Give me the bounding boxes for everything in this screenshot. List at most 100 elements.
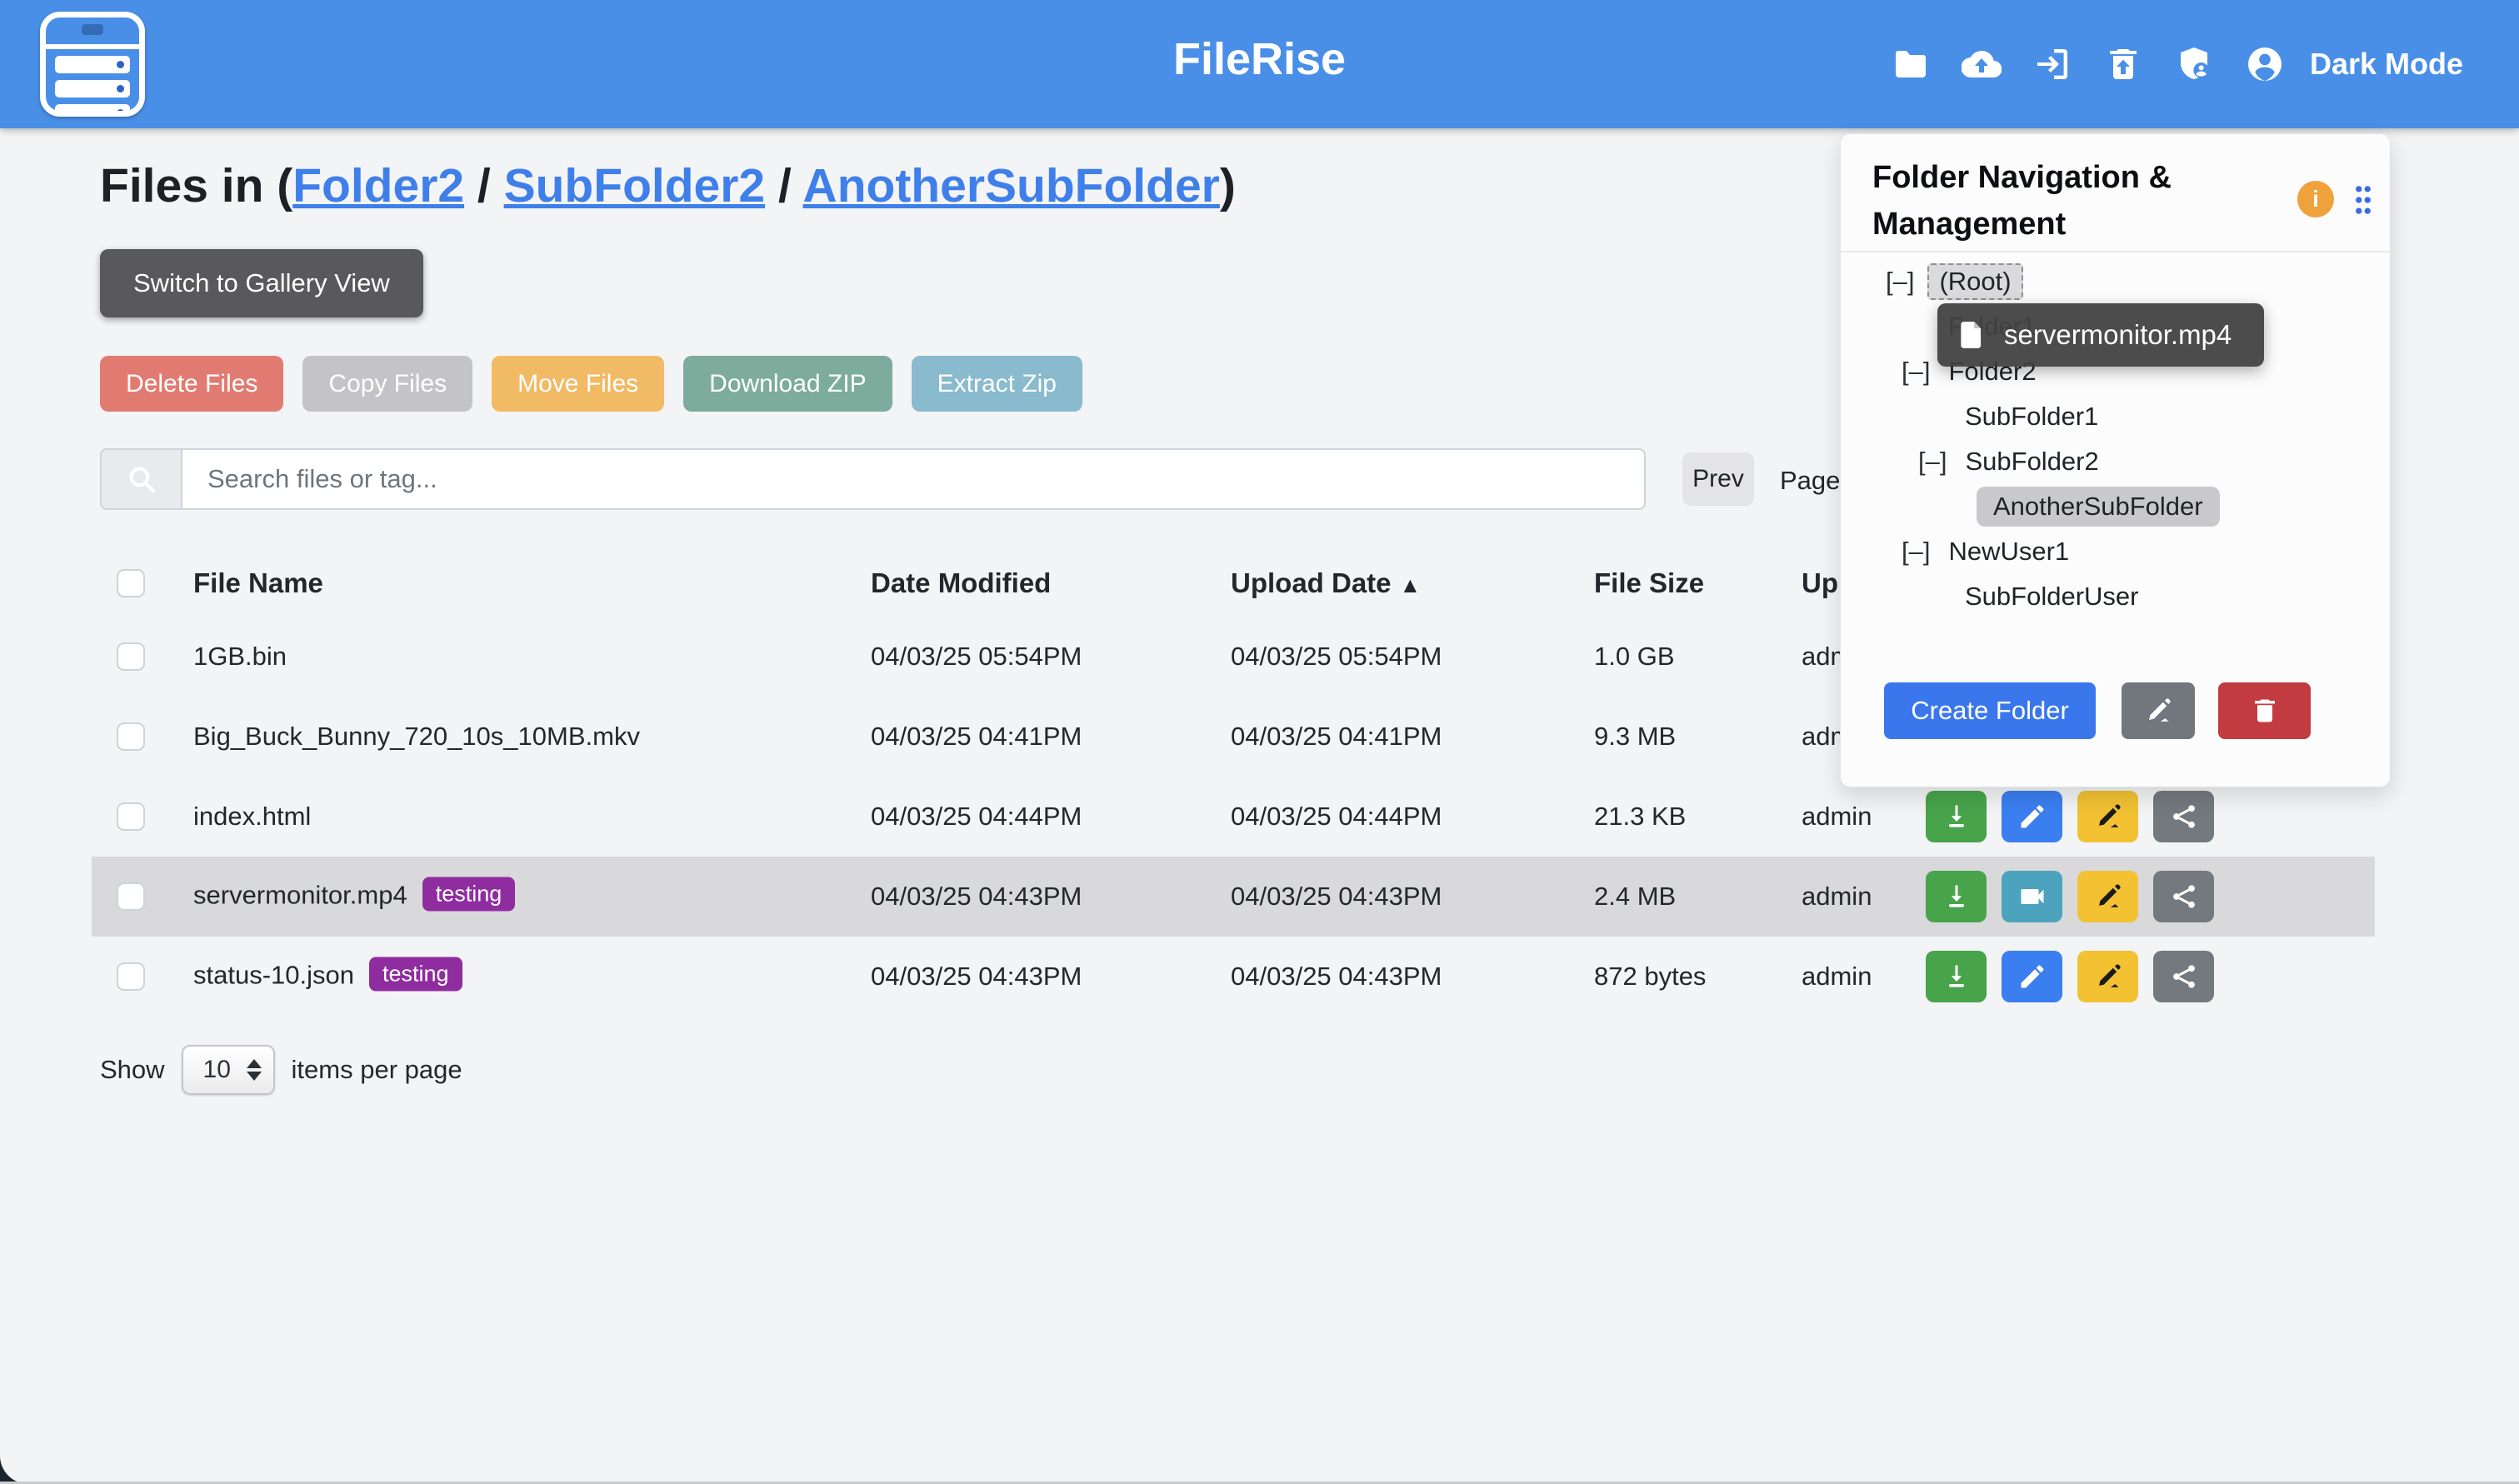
file-name: servermonitor.mp4testing (193, 880, 515, 914)
logo-bar (55, 104, 130, 117)
row-checkbox[interactable] (117, 882, 145, 911)
upload-date: 04/03/25 04:44PM (1231, 802, 1442, 832)
tree-label[interactable]: SubFolder1 (1960, 400, 2103, 433)
show-label: Show (100, 1055, 165, 1085)
table-row: servermonitor.mp4testing04/03/25 04:43PM… (92, 857, 2375, 937)
video-button[interactable] (2002, 871, 2062, 922)
switch-gallery-view-button[interactable]: Switch to Gallery View (100, 249, 423, 317)
cloud-upload-icon[interactable] (1962, 44, 2002, 84)
download-button[interactable] (1926, 871, 1987, 922)
download-zip-button[interactable]: Download ZIP (683, 356, 892, 412)
tree-label[interactable]: SubFolderUser (1960, 580, 2143, 613)
rename-folder-button[interactable] (2122, 682, 2195, 739)
row-checkbox[interactable] (117, 642, 145, 671)
login-icon[interactable] (2032, 44, 2072, 84)
drag-ghost-filename: servermonitor.mp4 (2004, 319, 2232, 351)
share-button[interactable] (2153, 871, 2214, 922)
search-icon (100, 448, 181, 510)
breadcrumb-link-subfolder2[interactable]: SubFolder2 (504, 159, 766, 212)
breadcrumb-prefix: Files in ( (100, 159, 292, 212)
move-files-button[interactable]: Move Files (492, 356, 664, 412)
col-header-upload-date-label: Upload Date (1231, 567, 1392, 598)
page-size-select[interactable]: 10 (182, 1045, 275, 1095)
page-size-value: 10 (203, 1056, 247, 1084)
drag-handle-icon[interactable] (2346, 182, 2381, 217)
upload-date: 04/03/25 04:41PM (1231, 722, 1442, 752)
table-row: index.html 04/03/25 04:44PM 04/03/25 04:44… (92, 777, 2375, 857)
copy-files-button[interactable]: Copy Files (302, 356, 472, 412)
tree-item-subfolder1[interactable]: SubFolder1 (1886, 394, 2382, 439)
breadcrumb-link-anothersubfolder[interactable]: AnotherSubFolder (803, 159, 1220, 212)
account-icon[interactable] (2245, 44, 2285, 84)
prev-page-button[interactable]: Prev (1682, 452, 1754, 506)
row-checkbox[interactable] (117, 802, 145, 831)
logo-bar (55, 56, 130, 73)
upload-date: 04/03/25 05:54PM (1231, 642, 1442, 672)
download-button[interactable] (1926, 951, 1987, 1002)
col-header-date-modified[interactable]: Date Modified (871, 567, 1051, 599)
edit-button[interactable] (2002, 951, 2062, 1002)
tree-item-subfolder2[interactable]: [–] SubFolder2 (1886, 439, 2382, 484)
extract-zip-button[interactable]: Extract Zip (912, 356, 1082, 412)
share-button[interactable] (2153, 951, 2214, 1002)
file-name: status-10.jsontesting (193, 960, 462, 994)
delete-folder-button[interactable] (2218, 682, 2311, 739)
folder-icon[interactable] (1891, 44, 1931, 84)
admin-shield-icon[interactable] (2174, 44, 2214, 84)
tree-item-root[interactable]: [–] (Root) (1886, 259, 2382, 304)
panel-title: Folder Navigation & Management (1872, 154, 2172, 247)
delete-files-button[interactable]: Delete Files (100, 356, 283, 412)
uploader: admin (1802, 962, 1872, 992)
col-header-upload-date[interactable]: Upload Date▲ (1231, 567, 1421, 599)
select-stepper-icon (247, 1059, 262, 1081)
rename-button[interactable] (2077, 951, 2138, 1002)
app-logo-icon[interactable] (40, 12, 145, 117)
download-button[interactable] (1926, 791, 1987, 842)
drag-ghost-tooltip: servermonitor.mp4 (1937, 303, 2264, 367)
row-checkbox[interactable] (117, 722, 145, 751)
tag-badge: testing (369, 957, 462, 992)
uploader: admin (1802, 802, 1872, 832)
row-actions (1926, 871, 2214, 922)
date-modified: 04/03/25 04:44PM (871, 802, 1082, 832)
rename-button[interactable] (2077, 871, 2138, 922)
page-indicator: Page (1780, 466, 1840, 496)
col-header-file-name[interactable]: File Name (193, 567, 323, 599)
select-all-checkbox[interactable] (117, 569, 145, 597)
row-checkbox[interactable] (117, 962, 145, 991)
dark-mode-toggle[interactable]: Dark Mode (2310, 47, 2463, 82)
tag-badge: testing (422, 877, 516, 912)
breadcrumb-link-folder2[interactable]: Folder2 (292, 159, 464, 212)
edit-button[interactable] (2002, 791, 2062, 842)
restore-trash-icon[interactable] (2103, 44, 2143, 84)
file-size: 21.3 KB (1594, 802, 1686, 832)
tree-label[interactable]: SubFolder2 (1960, 445, 2103, 478)
upload-date: 04/03/25 04:43PM (1231, 962, 1442, 992)
filerise-app: FileRise Dark Mode Files in (Folder2 / S… (0, 0, 2519, 1484)
breadcrumb-suffix: ) (1220, 159, 1236, 212)
col-header-file-size[interactable]: File Size (1594, 567, 1704, 599)
create-folder-button[interactable]: Create Folder (1884, 682, 2096, 739)
file-name: 1GB.bin (193, 642, 287, 672)
breadcrumb-separator: / (765, 159, 802, 212)
tree-label[interactable]: (Root) (1927, 263, 2022, 300)
file-name: index.html (193, 802, 311, 832)
info-icon[interactable]: i (2297, 181, 2334, 217)
tree-expander-icon[interactable]: [–] (1902, 357, 1930, 387)
header-toolbar: Dark Mode (1891, 0, 2463, 128)
logo-bar (55, 80, 130, 97)
tree-label[interactable]: AnotherSubFolder (1977, 487, 2220, 527)
tree-item-subfolderuser[interactable]: SubFolderUser (1886, 574, 2382, 619)
tree-label[interactable]: NewUser1 (1943, 535, 2074, 568)
file-size: 1.0 GB (1594, 642, 1675, 672)
rename-button[interactable] (2077, 791, 2138, 842)
tree-expander-icon[interactable]: [–] (1902, 537, 1930, 567)
folder-navigation-panel: Folder Navigation & Management i [–] (Roo… (1840, 133, 2391, 787)
search-input[interactable] (181, 448, 1646, 510)
tree-item-newuser1[interactable]: [–] NewUser1 (1886, 529, 2382, 574)
share-button[interactable] (2153, 791, 2214, 842)
tree-expander-icon[interactable]: [–] (1886, 267, 1914, 297)
file-name: Big_Buck_Bunny_720_10s_10MB.mkv (193, 722, 640, 752)
tree-item-anothersubfolder[interactable]: AnotherSubFolder (1886, 484, 2382, 529)
tree-expander-icon[interactable]: [–] (1918, 447, 1947, 477)
